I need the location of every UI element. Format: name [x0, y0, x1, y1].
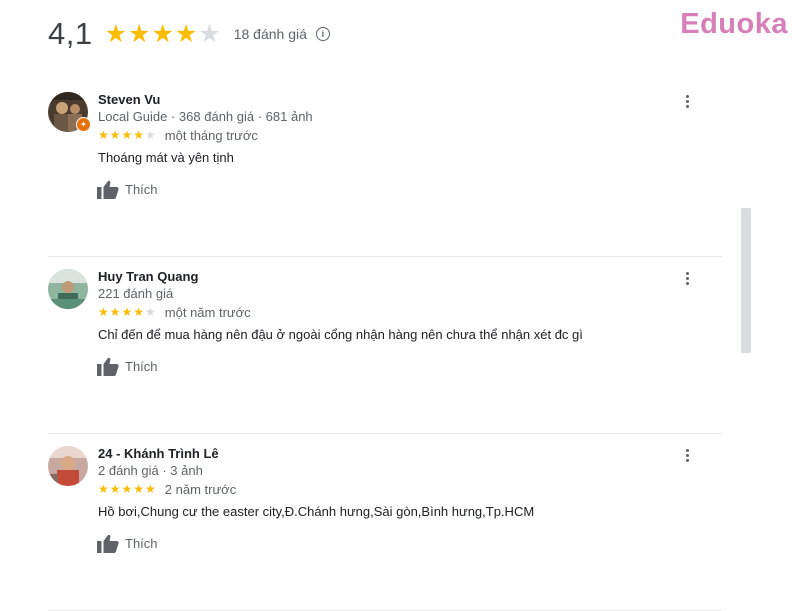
thumbs-up-icon — [97, 357, 119, 376]
like-label: Thích — [125, 359, 158, 374]
info-icon[interactable]: i — [315, 27, 330, 41]
local-guide-badge-icon: ✦ — [76, 117, 91, 132]
review-time: 2 năm trước — [164, 481, 237, 497]
review-rating: ★★★★★ 2 năm trước — [98, 480, 236, 498]
review-time: một năm trước — [164, 304, 251, 320]
avatar[interactable] — [48, 446, 88, 486]
review-time: một tháng trước — [164, 127, 258, 143]
review-stars: ★★★★★ — [98, 482, 157, 496]
thumbs-up-icon — [97, 180, 119, 199]
like-label: Thích — [125, 536, 158, 551]
brand-logo: Eduoka — [680, 8, 788, 41]
star-icon: ★ — [151, 19, 175, 48]
average-rating-stars: ★★★★★ — [104, 19, 222, 48]
reviewer-name[interactable]: 24 - Khánh Trình Lê — [98, 446, 219, 461]
review-stars: ★★★★★ — [98, 128, 157, 142]
brand-logo-text: Eduoka — [680, 8, 788, 40]
avatar[interactable] — [48, 269, 88, 309]
reviewer-name[interactable]: Huy Tran Quang — [98, 269, 198, 284]
like-button[interactable]: Thích — [97, 534, 158, 553]
like-label: Thích — [125, 182, 158, 197]
review-text: Chỉ đến để mua hàng nên đậu ở ngoài cổng… — [98, 327, 583, 342]
star-icon: ★ — [104, 19, 129, 48]
review-stars: ★★★★★ — [98, 305, 157, 319]
review-text: Hồ bơi,Chung cư the easter city,Đ.Chánh … — [98, 504, 535, 519]
review-rating: ★★★★★ một tháng trước — [98, 126, 258, 144]
thumbs-up-icon — [97, 534, 119, 553]
review-count: 18 đánh giá — [233, 26, 307, 42]
review-card: 24 - Khánh Trình Lê 2 đánh giá · 3 ảnh ★… — [48, 433, 722, 611]
more-options-icon[interactable] — [678, 268, 696, 288]
star-empty-icon: ★ — [145, 305, 157, 319]
rating-summary: 4,1 ★★★★★ 18 đánh giá i — [48, 14, 330, 54]
star-icon: ★ — [174, 19, 199, 48]
more-options-icon[interactable] — [678, 445, 696, 465]
star-icon: ★★★★★ — [98, 482, 157, 496]
like-button[interactable]: Thích — [97, 180, 158, 199]
like-button[interactable]: Thích — [97, 357, 158, 376]
review-text: Thoáng mát và yên tịnh — [98, 150, 234, 165]
review-rating: ★★★★★ một năm trước — [98, 303, 251, 321]
star-empty-icon: ★ — [198, 19, 222, 48]
star-icon: ★★★★ — [98, 128, 146, 142]
average-rating: 4,1 — [48, 16, 93, 51]
scrollbar-thumb[interactable] — [741, 208, 751, 353]
review-card: Huy Tran Quang 221 đánh giá ★★★★★ một nă… — [48, 256, 722, 434]
reviewer-meta: 221 đánh giá — [98, 286, 174, 301]
star-empty-icon: ★ — [145, 128, 157, 142]
review-card: ✦ Steven Vu Local Guide · 368 đánh giá ·… — [48, 79, 722, 257]
more-options-icon[interactable] — [678, 91, 696, 111]
reviewer-meta: 2 đánh giá · 3 ảnh — [98, 463, 203, 478]
star-icon: ★ — [128, 19, 152, 48]
reviewer-name[interactable]: Steven Vu — [98, 92, 160, 107]
reviewer-meta: Local Guide · 368 đánh giá · 681 ảnh — [98, 109, 313, 124]
star-icon: ★★★★ — [98, 305, 146, 319]
